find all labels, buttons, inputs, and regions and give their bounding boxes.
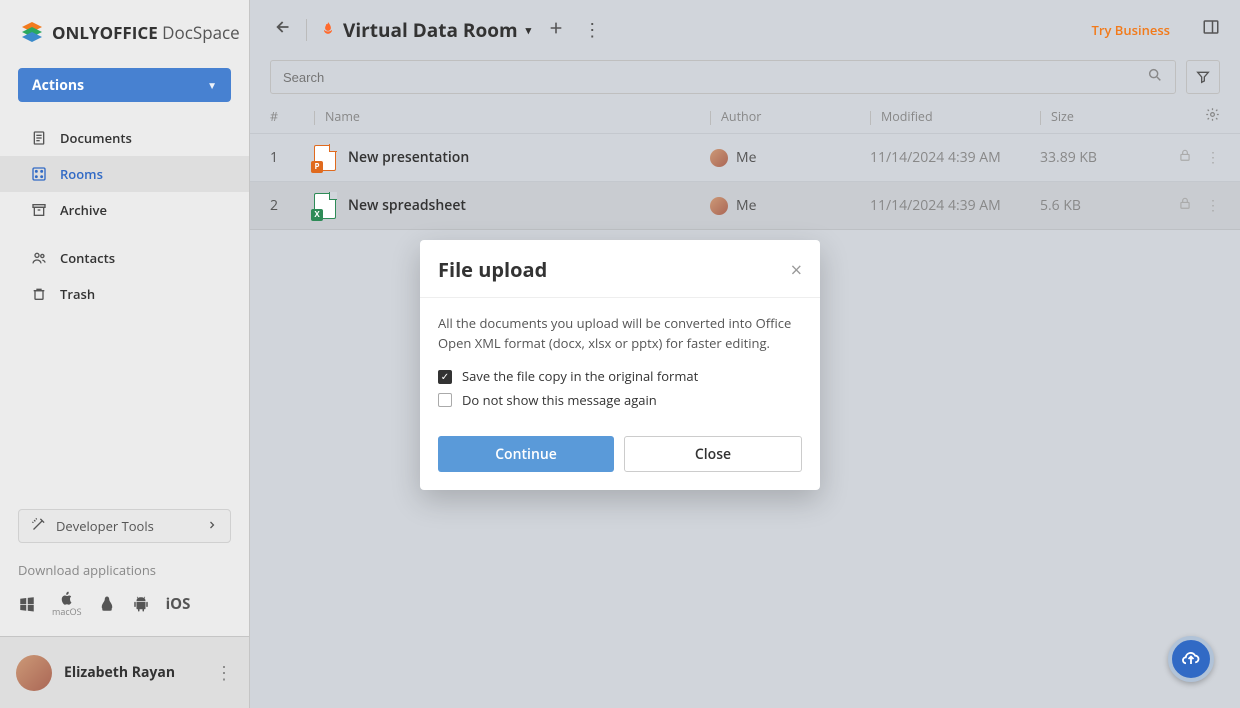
checkbox-save-copy[interactable]: ✓ Save the file copy in the original for…: [438, 367, 802, 387]
modal-title: File upload: [438, 256, 547, 283]
checkbox-label: Do not show this message again: [462, 391, 657, 411]
checkbox-label: Save the file copy in the original forma…: [462, 367, 698, 387]
upload-modal: File upload × All the documents you uplo…: [420, 240, 820, 490]
close-icon[interactable]: ×: [791, 256, 802, 283]
checkbox-icon[interactable]: ✓: [438, 370, 452, 384]
checkbox-dont-show[interactable]: Do not show this message again: [438, 391, 802, 411]
modal-overlay: File upload × All the documents you uplo…: [0, 0, 1240, 708]
checkbox-icon[interactable]: [438, 393, 452, 407]
modal-body-text: All the documents you upload will be con…: [438, 314, 802, 353]
close-button[interactable]: Close: [624, 436, 802, 472]
continue-button[interactable]: Continue: [438, 436, 614, 472]
